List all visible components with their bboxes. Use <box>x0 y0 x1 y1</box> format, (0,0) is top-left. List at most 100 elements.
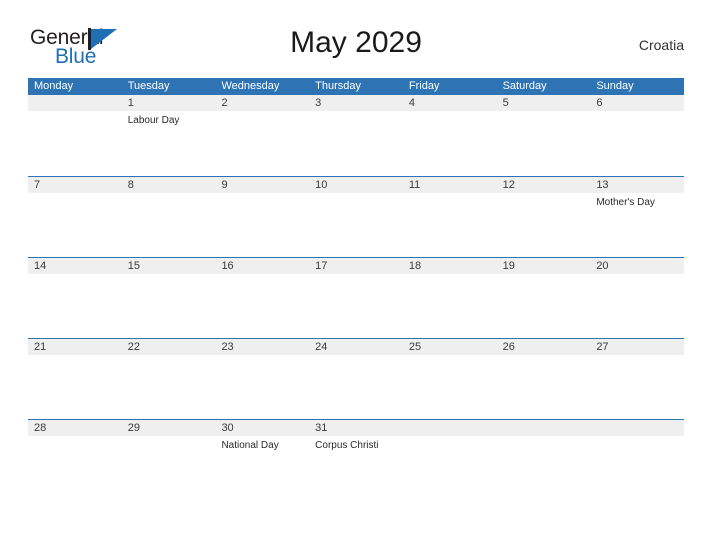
day-events <box>596 420 684 423</box>
day-number: 31 <box>315 422 328 434</box>
day-events: Labour Day <box>128 111 216 127</box>
day-events <box>34 274 122 277</box>
day-events <box>128 355 216 358</box>
day-events <box>315 193 403 196</box>
day-events <box>596 274 684 277</box>
calendar-day-cell[interactable]: 9 <box>215 177 309 257</box>
day-number: 23 <box>221 341 234 353</box>
day-number: 5 <box>502 97 509 109</box>
day-number: 4 <box>408 97 415 109</box>
day-events: Corpus Christi <box>315 436 403 452</box>
calendar-week-row: 1 Labour Day 2 3 4 5 6 <box>28 95 684 176</box>
calendar-grid: Monday Tuesday Wednesday Thursday Friday… <box>28 78 684 500</box>
day-number: 27 <box>596 341 609 353</box>
calendar-day-cell[interactable]: 18 <box>403 258 497 338</box>
calendar-week-row: 14 15 16 17 18 19 20 <box>28 257 684 338</box>
calendar-day-cell[interactable]: 31 Corpus Christi <box>309 420 403 500</box>
day-number: 25 <box>408 341 422 353</box>
day-number: 7 <box>34 179 41 191</box>
page-title: May 2029 <box>290 26 422 59</box>
calendar-day-cell[interactable]: 20 <box>590 258 684 338</box>
calendar-weeks: 1 Labour Day 2 3 4 5 6 7 8 9 10 11 12 13 Mother's Day 1… <box>28 95 684 500</box>
calendar-day-cell[interactable]: 12 <box>497 177 591 257</box>
day-number: 15 <box>127 260 140 272</box>
day-events <box>221 111 309 114</box>
day-number: 20 <box>596 260 609 272</box>
calendar-day-cell[interactable]: 15 <box>122 258 216 338</box>
day-events <box>503 111 591 114</box>
calendar-day-cell[interactable]: 24 <box>309 339 403 419</box>
day-events: National Day <box>221 436 309 452</box>
calendar-day-cell[interactable]: 2 <box>215 95 309 176</box>
calendar-day-cell[interactable]: 1 Labour Day <box>122 95 216 176</box>
calendar-day-cell[interactable]: 11 <box>403 177 497 257</box>
day-events <box>34 193 122 196</box>
day-number: 21 <box>34 341 47 353</box>
day-number: 12 <box>502 179 515 191</box>
calendar-day-cell-empty <box>403 420 497 500</box>
day-number: 2 <box>221 97 228 109</box>
weekday-header-monday: Monday <box>34 80 74 92</box>
day-number: 30 <box>221 422 234 434</box>
calendar-week-row: 21 22 23 24 25 26 27 <box>28 338 684 419</box>
calendar-day-cell[interactable]: 26 <box>497 339 591 419</box>
calendar-day-cell[interactable]: 23 <box>215 339 309 419</box>
calendar-day-cell[interactable]: 22 <box>122 339 216 419</box>
calendar-day-cell[interactable]: 7 <box>28 177 122 257</box>
calendar-page: General Blue May 2029 Croatia Monday Tue… <box>0 0 712 550</box>
calendar-day-cell[interactable]: 27 <box>590 339 684 419</box>
holiday-event-label: Mother's Day <box>596 197 655 208</box>
page-header: General Blue May 2029 Croatia <box>28 24 684 72</box>
day-events <box>503 193 591 196</box>
day-events <box>34 355 122 358</box>
weekday-header-sunday: Sunday <box>596 80 634 92</box>
day-events <box>128 193 216 196</box>
day-number: 8 <box>127 179 134 191</box>
day-events <box>409 193 497 196</box>
calendar-week-row: 7 8 9 10 11 12 13 Mother's Day <box>28 176 684 257</box>
country-label: Croatia <box>638 37 684 53</box>
day-number: 29 <box>127 422 140 434</box>
calendar-day-cell[interactable]: 19 <box>497 258 591 338</box>
calendar-week-cells: 7 8 9 10 11 12 13 Mother's Day <box>28 177 684 257</box>
calendar-day-cell[interactable]: 30 National Day <box>215 420 309 500</box>
day-number: 24 <box>315 341 328 353</box>
day-number: 14 <box>34 260 47 272</box>
day-number: 22 <box>127 341 140 353</box>
day-number: 9 <box>221 179 228 191</box>
calendar-day-cell[interactable]: 4 <box>403 95 497 176</box>
day-number: 18 <box>408 260 422 272</box>
calendar-week-cells: 1 Labour Day 2 3 4 5 6 <box>28 95 684 176</box>
weekday-header-tuesday: Tuesday <box>127 80 170 92</box>
calendar-day-cell[interactable]: 16 <box>215 258 309 338</box>
calendar-day-cell[interactable]: 10 <box>309 177 403 257</box>
day-events <box>34 95 122 98</box>
day-events <box>409 274 497 277</box>
day-number: 28 <box>34 422 47 434</box>
day-events <box>503 420 591 423</box>
day-events <box>221 193 309 196</box>
day-events <box>221 355 309 358</box>
holiday-event-label: Labour Day <box>127 115 180 126</box>
day-events <box>596 111 684 114</box>
calendar-week-row: 28 29 30 National Day 31 Corpus Christi <box>28 419 684 500</box>
weekday-header-friday: Friday <box>408 80 440 92</box>
calendar-day-cell[interactable]: 25 <box>403 339 497 419</box>
day-events <box>128 436 216 439</box>
day-events <box>315 111 403 114</box>
calendar-day-cell[interactable]: 21 <box>28 339 122 419</box>
day-events <box>221 274 309 277</box>
calendar-day-cell[interactable]: 28 <box>28 420 122 500</box>
calendar-day-cell[interactable]: 17 <box>309 258 403 338</box>
day-number: 10 <box>315 179 328 191</box>
day-number: 11 <box>408 179 421 191</box>
calendar-day-cell[interactable]: 14 <box>28 258 122 338</box>
calendar-day-cell[interactable]: 13 Mother's Day <box>590 177 684 257</box>
calendar-day-cell[interactable]: 5 <box>497 95 591 176</box>
calendar-day-cell[interactable]: 8 <box>122 177 216 257</box>
calendar-day-cell[interactable]: 6 <box>590 95 684 176</box>
calendar-day-cell[interactable]: 3 <box>309 95 403 176</box>
calendar-day-cell[interactable]: 29 <box>122 420 216 500</box>
weekday-header-thursday: Thursday <box>315 80 362 92</box>
day-events <box>315 355 403 358</box>
